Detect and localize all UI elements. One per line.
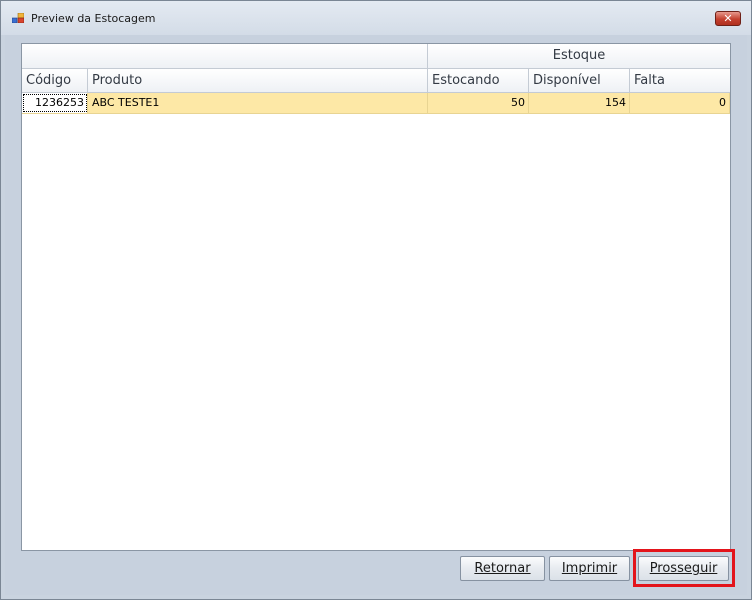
- column-header-codigo[interactable]: Código: [22, 69, 88, 92]
- band-empty: [22, 44, 428, 68]
- close-button[interactable]: ✕: [715, 11, 741, 26]
- cell-codigo[interactable]: 1236253: [22, 93, 88, 113]
- column-header-falta[interactable]: Falta: [630, 69, 730, 92]
- column-header-produto[interactable]: Produto: [88, 69, 428, 92]
- band-estoque: Estoque: [552, 48, 606, 63]
- table-row[interactable]: 1236253 ABC TESTE1 50 154 0: [22, 93, 730, 114]
- column-header-estocando[interactable]: Estocando: [428, 69, 529, 92]
- preview-estocagem-window: Preview da Estocagem ✕ Estoque Código Pr…: [0, 0, 752, 600]
- imprimir-button[interactable]: Imprimir: [549, 556, 630, 581]
- column-header-row: Código Produto Estocando Disponível Falt…: [22, 69, 730, 93]
- stock-grid[interactable]: Estoque Código Produto Estocando Disponí…: [21, 43, 731, 551]
- band-header-row: Estoque: [22, 44, 730, 69]
- annotation-highlight-box: [633, 549, 735, 587]
- close-icon: ✕: [723, 12, 733, 25]
- column-header-disponivel[interactable]: Disponível: [529, 69, 630, 92]
- cell-falta[interactable]: 0: [630, 93, 730, 113]
- cell-produto[interactable]: ABC TESTE1: [88, 93, 428, 113]
- title-bar[interactable]: Preview da Estocagem ✕: [1, 1, 751, 35]
- retornar-button[interactable]: Retornar: [460, 556, 545, 581]
- cell-estocando[interactable]: 50: [428, 93, 529, 113]
- cell-disponivel[interactable]: 154: [529, 93, 630, 113]
- window-app-icon: [12, 13, 24, 23]
- window-title: Preview da Estocagem: [31, 12, 156, 25]
